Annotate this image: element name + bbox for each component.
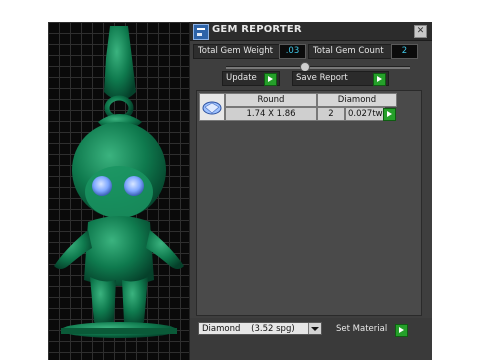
- gem-eye-left: [92, 176, 112, 196]
- set-material-button[interactable]: Set Material: [332, 322, 411, 337]
- total-gem-weight-value: .03: [279, 44, 306, 59]
- gem-weight-cell: 0.027tw: [345, 107, 385, 121]
- gem-list[interactable]: Round Diamond 1.74 X 1.86 2 0.027tw: [196, 90, 422, 316]
- gem-thumbnail[interactable]: [199, 93, 225, 121]
- column-header-shape: Round: [225, 93, 317, 107]
- set-material-button-label: Set Material: [336, 324, 388, 334]
- update-button-label: Update: [226, 73, 257, 83]
- play-icon: [264, 73, 277, 86]
- material-select-value: Diamond (3.52 spg): [202, 324, 295, 334]
- gem-size-cell: 1.74 X 1.86: [225, 107, 317, 121]
- save-report-button[interactable]: Save Report: [292, 71, 389, 86]
- model-viewport[interactable]: [48, 22, 189, 360]
- chevron-down-icon[interactable]: [308, 323, 321, 334]
- gem-eye-right: [124, 176, 144, 196]
- total-gem-count-label: Total Gem Count: [308, 44, 392, 59]
- play-icon: [395, 324, 408, 337]
- close-button[interactable]: ✕: [414, 25, 427, 38]
- total-gem-weight-label: Total Gem Weight: [193, 44, 280, 59]
- update-button[interactable]: Update: [222, 71, 280, 86]
- pendant-model: [54, 26, 184, 338]
- save-report-button-label: Save Report: [296, 73, 348, 83]
- app-icon: [193, 24, 209, 40]
- window-title: GEM REPORTER: [212, 24, 302, 35]
- play-icon: [373, 73, 386, 86]
- gem-count-cell: 2: [317, 107, 345, 121]
- title-bar[interactable]: GEM REPORTER ✕: [190, 22, 432, 41]
- slider-track[interactable]: [226, 66, 410, 69]
- gem-reporter-panel: GEM REPORTER ✕ Total Gem Weight .03 Tota…: [189, 22, 432, 360]
- column-header-material: Diamond: [317, 93, 397, 107]
- round-diamond-icon: [202, 101, 222, 115]
- row-detail-button[interactable]: [383, 108, 396, 121]
- material-bar: Diamond (3.52 spg) Set Material: [190, 318, 432, 360]
- material-select[interactable]: Diamond (3.52 spg): [198, 322, 322, 335]
- total-gem-count-value: 2: [391, 44, 418, 59]
